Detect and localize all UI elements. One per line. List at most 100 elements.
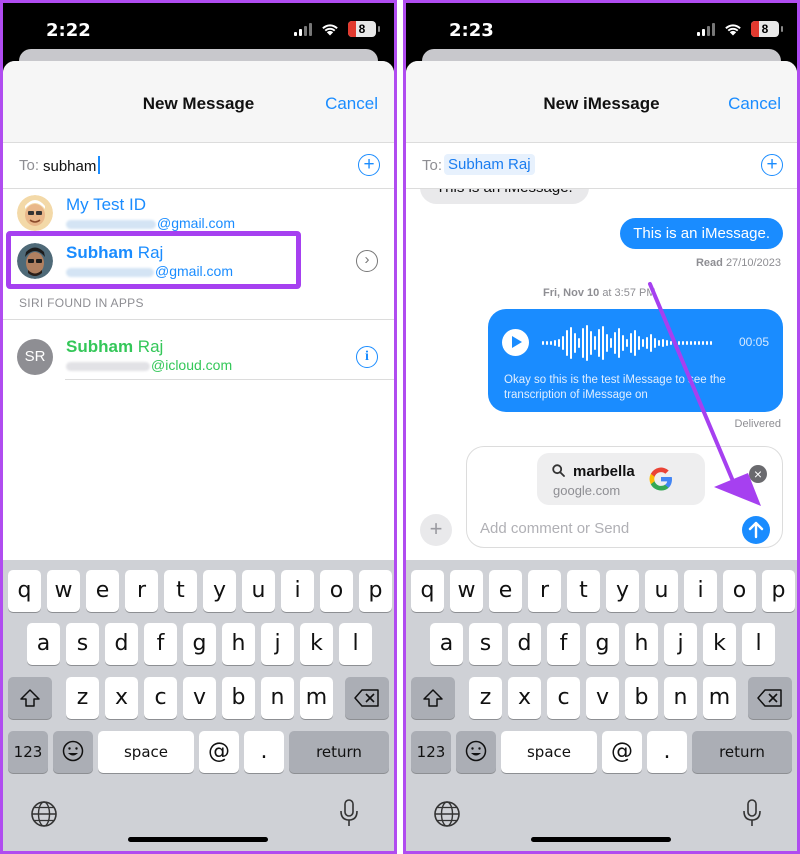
- key-s[interactable]: s: [469, 623, 502, 665]
- key-z[interactable]: z: [469, 677, 502, 719]
- key-e[interactable]: e: [489, 570, 522, 612]
- at-key[interactable]: @: [199, 731, 239, 773]
- comment-input[interactable]: Add comment or Send: [480, 520, 629, 537]
- delete-key[interactable]: [748, 677, 792, 719]
- memoji-avatar: [17, 195, 53, 231]
- numbers-key[interactable]: 123: [8, 731, 48, 773]
- microphone-icon[interactable]: [742, 798, 762, 828]
- key-c[interactable]: c: [144, 677, 177, 719]
- key-g[interactable]: g: [586, 623, 619, 665]
- emoji-key[interactable]: [456, 731, 496, 773]
- keyboard: q w e r t y u i o p a s d f g h j k l z x c v b n m 123 space @. retu…: [406, 560, 797, 851]
- key-l[interactable]: l: [339, 623, 372, 665]
- recipient-input[interactable]: subham: [43, 156, 101, 175]
- key-v[interactable]: v: [183, 677, 216, 719]
- key-f[interactable]: f: [547, 623, 580, 665]
- key-i[interactable]: i: [281, 570, 314, 612]
- received-message-bubble[interactable]: This is an iMessage.: [420, 189, 589, 204]
- audio-message-bubble[interactable]: 00:05 Okay so this is the test iMessage …: [488, 309, 783, 412]
- compose-box[interactable]: marbella google.com × Add comment or Sen…: [466, 446, 783, 548]
- numbers-key[interactable]: 123: [411, 731, 451, 773]
- key-c[interactable]: c: [547, 677, 580, 719]
- key-r[interactable]: r: [528, 570, 561, 612]
- key-i[interactable]: i: [684, 570, 717, 612]
- plus-icon[interactable]: +: [420, 514, 452, 546]
- key-p[interactable]: p: [762, 570, 795, 612]
- add-contact-icon[interactable]: +: [761, 154, 783, 176]
- key-d[interactable]: d: [508, 623, 541, 665]
- waveform-bar: [566, 330, 568, 356]
- globe-icon[interactable]: [433, 800, 461, 828]
- key-x[interactable]: x: [105, 677, 138, 719]
- to-field[interactable]: To: subham +: [3, 143, 394, 189]
- globe-icon[interactable]: [30, 800, 58, 828]
- key-g[interactable]: g: [183, 623, 216, 665]
- cancel-button[interactable]: Cancel: [728, 94, 781, 114]
- key-f[interactable]: f: [144, 623, 177, 665]
- waveform-bar: [542, 341, 544, 345]
- key-o[interactable]: o: [320, 570, 353, 612]
- waveform-bar: [706, 341, 708, 345]
- key-o[interactable]: o: [723, 570, 756, 612]
- to-field[interactable]: To: Subham Raj +: [406, 143, 797, 189]
- shift-key[interactable]: [8, 677, 52, 719]
- key-k[interactable]: k: [300, 623, 333, 665]
- key-u[interactable]: u: [645, 570, 678, 612]
- delete-key[interactable]: [345, 677, 389, 719]
- key-z[interactable]: z: [66, 677, 99, 719]
- highlight-box: [6, 231, 301, 289]
- key-p[interactable]: p: [359, 570, 392, 612]
- key-b[interactable]: b: [222, 677, 255, 719]
- key-l[interactable]: l: [742, 623, 775, 665]
- key-w[interactable]: w: [450, 570, 483, 612]
- add-contact-icon[interactable]: +: [358, 154, 380, 176]
- key-x[interactable]: x: [508, 677, 541, 719]
- return-key[interactable]: return: [692, 731, 792, 773]
- close-icon[interactable]: ×: [749, 465, 767, 483]
- key-m[interactable]: m: [703, 677, 736, 719]
- key-n[interactable]: n: [261, 677, 294, 719]
- return-key[interactable]: return: [289, 731, 389, 773]
- key-a[interactable]: a: [27, 623, 60, 665]
- send-button[interactable]: [742, 516, 770, 544]
- key-t[interactable]: t: [164, 570, 197, 612]
- key-h[interactable]: h: [625, 623, 658, 665]
- key-q[interactable]: q: [8, 570, 41, 612]
- key-n[interactable]: n: [664, 677, 697, 719]
- key-m[interactable]: m: [300, 677, 333, 719]
- key-q[interactable]: q: [411, 570, 444, 612]
- key-j[interactable]: j: [261, 623, 294, 665]
- key-d[interactable]: d: [105, 623, 138, 665]
- at-key[interactable]: @: [602, 731, 642, 773]
- cancel-button[interactable]: Cancel: [325, 94, 378, 114]
- key-w[interactable]: w: [47, 570, 80, 612]
- sent-message-bubble[interactable]: This is an iMessage.: [620, 218, 783, 249]
- key-y[interactable]: y: [606, 570, 639, 612]
- period-key[interactable]: .: [647, 731, 687, 773]
- emoji-key[interactable]: [53, 731, 93, 773]
- key-s[interactable]: s: [66, 623, 99, 665]
- siri-contact-suggestion[interactable]: SR Subham Raj @icloud.com i: [3, 331, 394, 379]
- key-v[interactable]: v: [586, 677, 619, 719]
- key-t[interactable]: t: [567, 570, 600, 612]
- space-key[interactable]: space: [98, 731, 194, 773]
- info-icon[interactable]: i: [356, 346, 378, 368]
- link-preview-card[interactable]: marbella google.com ×: [537, 453, 767, 505]
- space-key[interactable]: space: [501, 731, 597, 773]
- key-j[interactable]: j: [664, 623, 697, 665]
- key-h[interactable]: h: [222, 623, 255, 665]
- key-r[interactable]: r: [125, 570, 158, 612]
- key-k[interactable]: k: [703, 623, 736, 665]
- contact-suggestion[interactable]: My Test ID @gmail.com: [3, 189, 394, 237]
- period-key[interactable]: .: [244, 731, 284, 773]
- play-icon[interactable]: [502, 329, 529, 356]
- shift-key[interactable]: [411, 677, 455, 719]
- key-a[interactable]: a: [430, 623, 463, 665]
- key-y[interactable]: y: [203, 570, 236, 612]
- key-u[interactable]: u: [242, 570, 275, 612]
- microphone-icon[interactable]: [339, 798, 359, 828]
- key-b[interactable]: b: [625, 677, 658, 719]
- chevron-right-icon[interactable]: ›: [356, 250, 378, 272]
- key-e[interactable]: e: [86, 570, 119, 612]
- recipient-chip[interactable]: Subham Raj: [444, 154, 535, 175]
